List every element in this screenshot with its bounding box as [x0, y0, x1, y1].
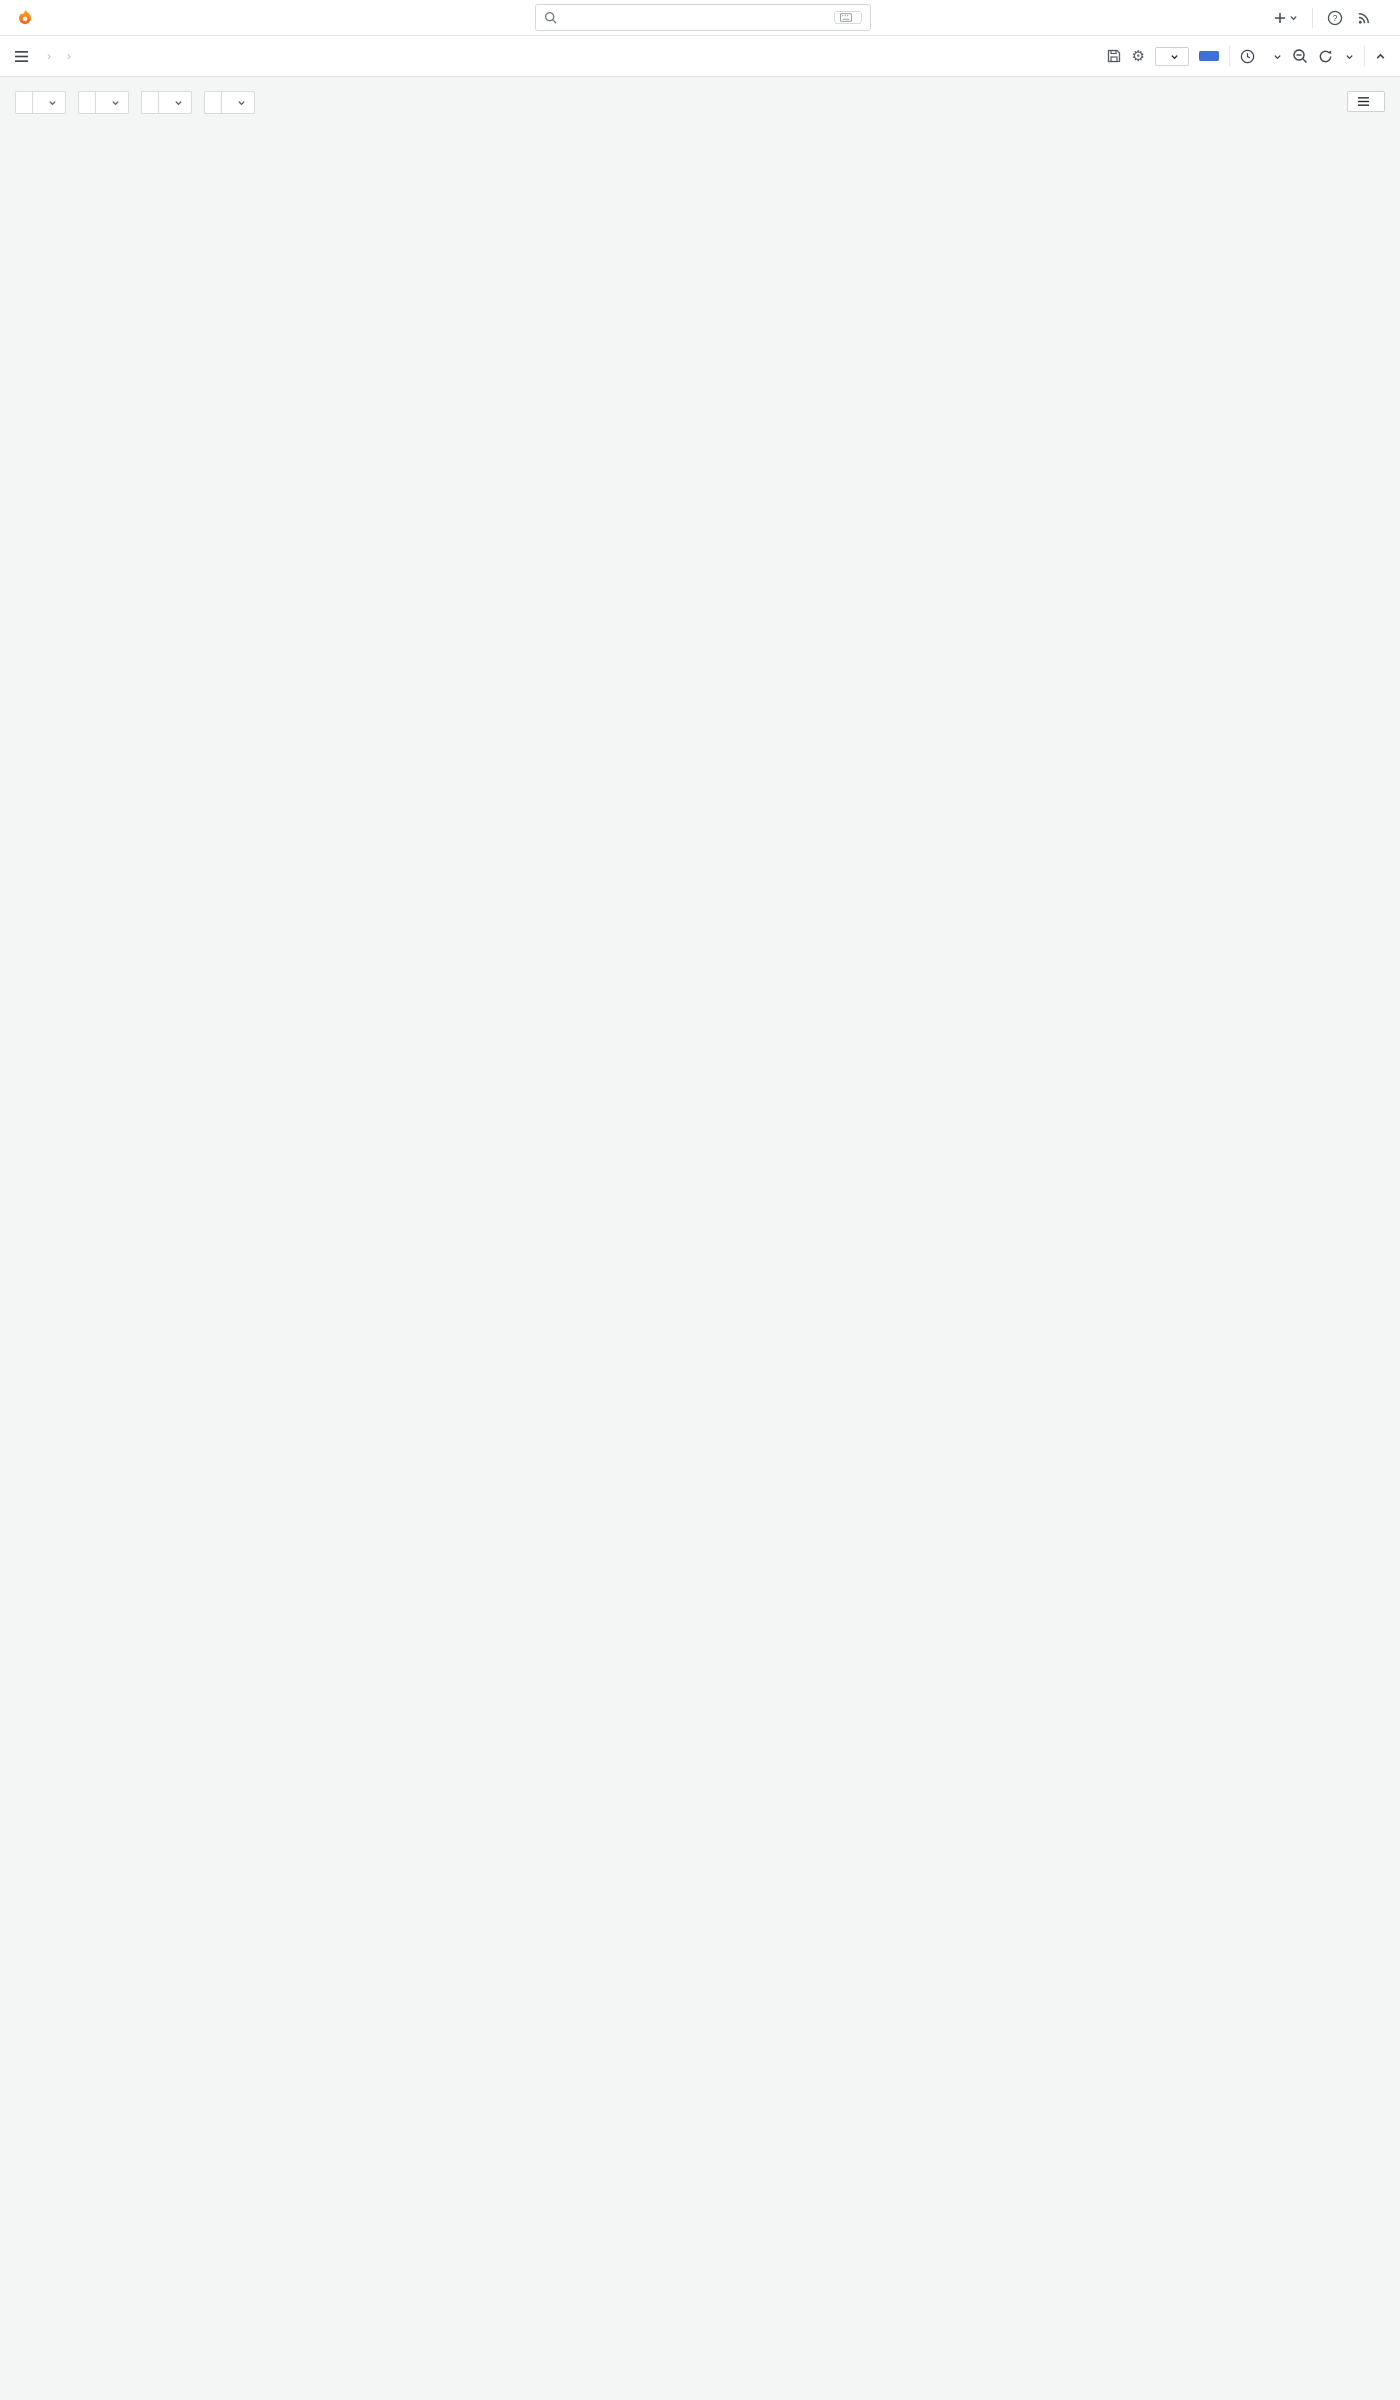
filter-namespace — [141, 91, 192, 114]
svg-text:?: ? — [1333, 13, 1338, 23]
filter-value-dropdown[interactable] — [222, 91, 255, 114]
plus-icon — [1275, 12, 1285, 23]
filter-label[interactable] — [15, 91, 33, 114]
grafana-logo-icon[interactable] — [14, 7, 36, 29]
variable-filters — [15, 91, 1385, 114]
zoom-out-icon[interactable] — [1292, 48, 1308, 64]
filter-label[interactable] — [141, 91, 159, 114]
filter-label[interactable] — [204, 91, 222, 114]
chevron-down-icon — [238, 101, 245, 106]
chevron-down-icon — [1274, 54, 1281, 59]
filter-value-dropdown[interactable] — [96, 91, 129, 114]
chevron-down-icon — [1346, 54, 1353, 59]
search-input[interactable] — [535, 4, 871, 31]
filter-latency-metrics — [204, 91, 255, 114]
dashboard-toolbar: › › ⚙ — [0, 36, 1400, 77]
settings-gear-icon[interactable]: ⚙ — [1132, 49, 1145, 64]
chevron-down-icon — [1171, 54, 1178, 59]
chevron-down-icon — [112, 101, 119, 106]
breadcrumb-separator: › — [47, 49, 51, 63]
breadcrumb-separator: › — [67, 49, 71, 63]
dashboard-content — [0, 77, 1400, 114]
filter-value-dropdown[interactable] — [33, 91, 66, 114]
add-button[interactable] — [1155, 46, 1189, 66]
news-rss-icon[interactable] — [1357, 10, 1372, 25]
divider — [1229, 46, 1230, 66]
keyboard-icon — [840, 13, 852, 22]
add-menu-button[interactable] — [1273, 11, 1298, 25]
chevron-up-icon[interactable] — [1375, 51, 1386, 62]
share-button[interactable] — [1199, 51, 1219, 61]
clock-icon — [1240, 49, 1255, 63]
time-range-picker[interactable] — [1240, 49, 1282, 64]
divider — [1312, 7, 1313, 28]
save-dashboard-icon[interactable] — [1106, 48, 1122, 64]
menu-icon[interactable] — [14, 50, 29, 63]
filter-datasource — [15, 91, 66, 114]
refresh-icon — [1319, 49, 1332, 62]
breadcrumb: › › — [39, 49, 79, 63]
filter-cluster — [78, 91, 129, 114]
shortcut-badge — [834, 11, 862, 24]
top-nav-bar: ? — [0, 0, 1400, 36]
chevron-down-icon — [49, 101, 56, 106]
filter-value-dropdown[interactable] — [159, 91, 192, 114]
search-icon — [544, 11, 557, 24]
filter-label[interactable] — [78, 91, 96, 114]
chevron-down-icon — [175, 101, 182, 106]
chevron-down-icon — [1290, 16, 1297, 21]
list-icon — [1358, 97, 1369, 106]
refresh-picker[interactable] — [1318, 49, 1354, 64]
divider — [1364, 46, 1365, 66]
help-icon[interactable]: ? — [1327, 10, 1343, 26]
mimir-dashboards-button[interactable] — [1347, 91, 1385, 112]
